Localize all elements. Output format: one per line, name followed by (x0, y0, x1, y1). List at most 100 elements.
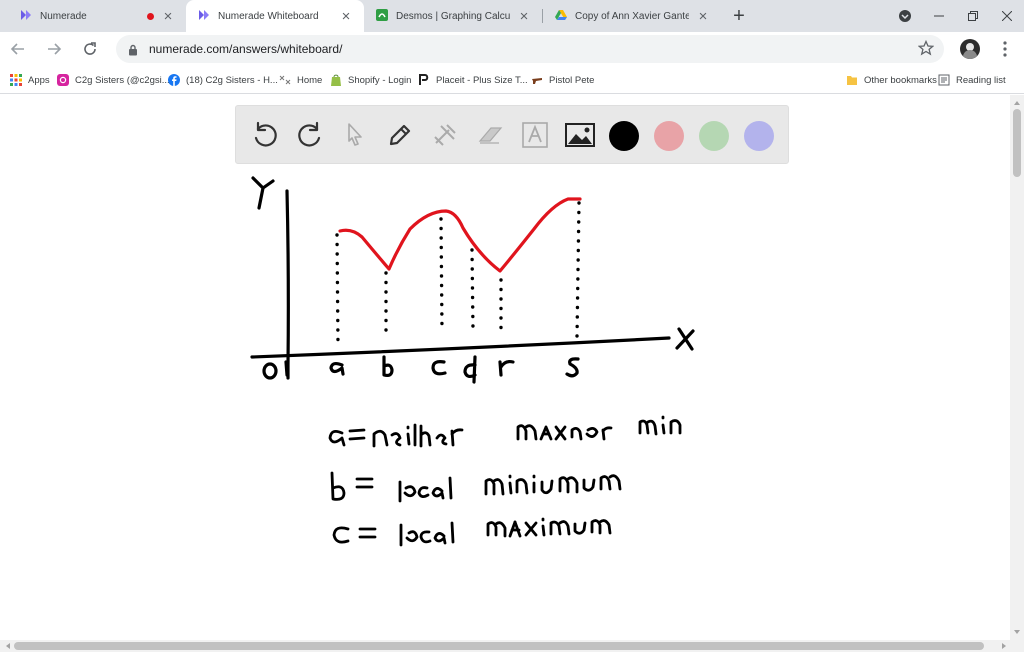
bookmark-reading-list[interactable]: Reading list (938, 72, 1006, 88)
bookmark-label: (18) C2g Sisters - H... (186, 74, 278, 86)
function-curve (338, 197, 582, 273)
point-label-r (498, 359, 515, 377)
placeit-icon (418, 74, 430, 86)
color-swatch-purple[interactable] (744, 121, 774, 151)
lock-icon (128, 43, 138, 61)
eraser-tool-button[interactable] (474, 119, 506, 151)
pen-tool-button[interactable] (384, 119, 416, 151)
bookmark-apps[interactable]: Apps (10, 72, 50, 88)
scroll-down-arrow-icon (1014, 630, 1020, 634)
point-label-a (329, 361, 345, 376)
forward-arrow-icon (48, 43, 62, 55)
close-window-button[interactable] (990, 0, 1024, 32)
point-label-b (382, 355, 394, 378)
tab-google-drive[interactable]: Copy of Ann Xavier Gantert - A × (543, 0, 721, 32)
whiteboard-canvas[interactable] (0, 95, 1010, 640)
text-tool-button[interactable] (519, 119, 551, 151)
scroll-left-arrow-icon (6, 643, 10, 649)
select-pointer-icon (348, 123, 362, 146)
url-text: numerade.com/answers/whiteboard/ (149, 42, 343, 56)
reload-icon (84, 42, 96, 55)
origin-label (262, 362, 278, 380)
point-label-d (463, 355, 477, 384)
tab-title: Desmos | Graphing Calculator (396, 10, 510, 22)
horizontal-scrollbar[interactable] (0, 640, 1024, 652)
close-icon[interactable]: × (695, 8, 711, 25)
bookmark-label: Apps (28, 74, 50, 86)
tab-title: Numerade Whiteboard (218, 10, 319, 22)
color-swatch-pink[interactable] (654, 121, 684, 151)
eraser-icon (478, 127, 503, 144)
pistol-pete-icon (531, 74, 543, 86)
back-arrow-icon (10, 43, 24, 55)
reading-list-icon (938, 74, 950, 86)
close-icon[interactable]: × (516, 8, 532, 25)
bookmark-label: Other bookmarks (864, 74, 937, 86)
kebab-menu-icon[interactable] (998, 40, 1012, 58)
bookmark-pistol-pete[interactable]: Pistol Pete (531, 72, 594, 88)
bookmark-home[interactable]: Home (279, 72, 322, 88)
color-swatch-green[interactable] (699, 121, 729, 151)
bookmark-label: Shopify - Login (348, 74, 412, 86)
whiteboard-page (0, 95, 1010, 640)
undo-button[interactable] (249, 119, 281, 151)
horizontal-scroll-thumb[interactable] (14, 642, 984, 650)
bookmarks-bar: Apps C2g Sisters (@c2gsi... (18) C2g Sis… (0, 66, 1024, 94)
tab-title: Numerade (40, 10, 87, 22)
tools-button[interactable] (429, 119, 461, 151)
redo-button[interactable] (294, 119, 326, 151)
image-icon (565, 123, 595, 147)
point-label-c (431, 360, 447, 376)
bookmark-other-bookmarks[interactable]: Other bookmarks (846, 72, 937, 88)
select-tool-button[interactable] (339, 119, 371, 151)
point-label-s (565, 357, 580, 378)
tools-icon (434, 124, 456, 146)
back-button[interactable] (5, 36, 31, 62)
recording-dot-icon (147, 12, 154, 20)
tab-numerade-whiteboard[interactable]: Numerade Whiteboard × (186, 0, 364, 32)
bookmark-placeit[interactable]: Placeit - Plus Size T... (418, 72, 528, 88)
forward-button[interactable] (41, 36, 67, 62)
restore-button[interactable] (956, 0, 990, 32)
bookmark-label: Pistol Pete (549, 74, 595, 86)
y-axis-label (251, 176, 275, 210)
bookmark-label: C2g Sisters (@c2gsi... (75, 74, 170, 86)
bookmark-star-icon[interactable] (917, 39, 935, 61)
close-icon[interactable]: × (160, 8, 176, 25)
bookmark-label: Home (297, 74, 323, 86)
handwritten-notes (328, 415, 682, 547)
whiteboard-toolbar (235, 105, 789, 164)
avatar[interactable] (960, 39, 980, 59)
close-icon[interactable]: × (338, 8, 354, 25)
google-drive-icon (555, 9, 567, 24)
bookmark-shopify[interactable]: Shopify - Login (330, 72, 411, 88)
vertical-scrollbar[interactable] (1010, 95, 1024, 640)
undo-icon (254, 121, 277, 147)
y-axis-line (285, 189, 290, 380)
home-bookmark-icon (279, 74, 291, 86)
desmos-logo-icon (376, 8, 388, 24)
numerade-logo-icon (198, 9, 210, 24)
new-tab-button[interactable]: + (728, 6, 750, 26)
reload-button[interactable] (77, 36, 103, 62)
minimize-button[interactable] (922, 0, 956, 32)
tab-strip: Numerade × Numerade Whiteboard × Desmos … (0, 0, 1024, 32)
folder-icon (846, 74, 858, 86)
image-tool-button[interactable] (564, 119, 596, 151)
tab-desmos[interactable]: Desmos | Graphing Calculator × (364, 0, 542, 32)
redo-icon (298, 121, 321, 147)
pen-icon (389, 124, 411, 146)
x-axis-line (250, 336, 671, 359)
tab-numerade[interactable]: Numerade × (8, 0, 186, 32)
bookmark-facebook[interactable]: (18) C2g Sisters - H... (168, 72, 278, 88)
color-swatch-black[interactable] (609, 121, 639, 151)
address-bar[interactable]: numerade.com/answers/whiteboard/ (116, 35, 944, 63)
scroll-right-arrow-icon (1002, 643, 1006, 649)
x-axis-label (675, 327, 695, 351)
tab-search-button[interactable] (888, 0, 922, 32)
shopify-icon (330, 74, 342, 86)
text-icon (522, 122, 548, 148)
bookmark-instagram[interactable]: C2g Sisters (@c2gsi... (57, 72, 170, 88)
browser-toolbar: numerade.com/answers/whiteboard/ (0, 32, 1024, 66)
vertical-scroll-thumb[interactable] (1013, 109, 1021, 177)
